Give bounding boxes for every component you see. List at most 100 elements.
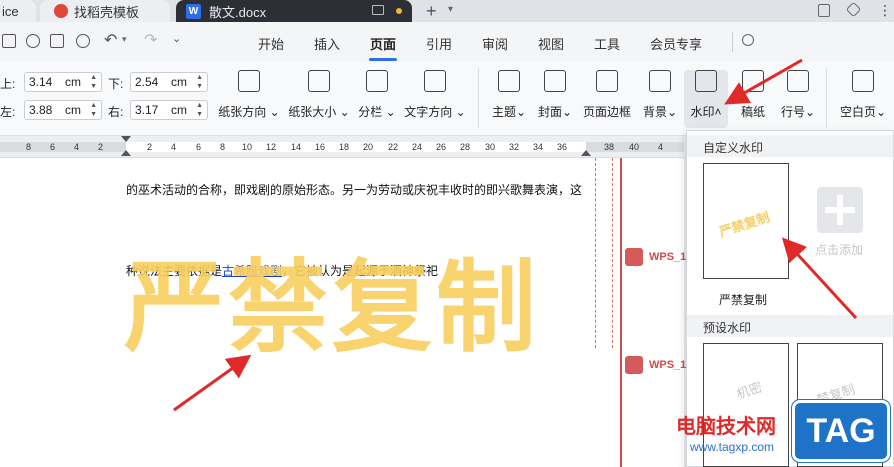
add-watermark-icon[interactable]: [817, 187, 863, 233]
comment-item[interactable]: WPS_1: [625, 248, 686, 266]
custom-watermark-card[interactable]: 严禁复制: [703, 163, 789, 279]
spinner-icon[interactable]: ▲ ▼: [196, 73, 203, 91]
device-icon[interactable]: [818, 4, 830, 17]
tab-start[interactable]: 开始: [258, 34, 284, 53]
cube-icon[interactable]: [845, 1, 862, 18]
watermark-button[interactable]: 水印˄: [684, 70, 728, 128]
margin-right-unit: cm: [171, 103, 187, 117]
ruler-tick: 4: [658, 142, 664, 152]
tab-document-label: 散文.docx: [209, 4, 267, 20]
tab-document[interactable]: W 散文.docx: [176, 0, 412, 22]
word-doc-icon: W: [186, 3, 201, 19]
paper-orientation-icon: [238, 70, 260, 92]
print-icon[interactable]: [50, 34, 64, 48]
columns-label: 分栏: [358, 105, 383, 119]
watermark-icon: [695, 70, 717, 92]
preset-watermark-text: 机密: [734, 379, 765, 402]
text-direction-label: 文字方向: [404, 105, 453, 119]
tab-previous[interactable]: ice: [0, 0, 36, 22]
manuscript-icon: [742, 70, 764, 92]
paper-orientation-label: 纸张方向: [218, 105, 267, 119]
margin-bottom-field[interactable]: 2.54 cm ▲ ▼: [130, 72, 208, 92]
overflow-icon[interactable]: ⋮: [878, 2, 892, 19]
margin-left-field[interactable]: 3.88 cm ▲ ▼: [24, 100, 102, 120]
line-number-button[interactable]: 行号⌄: [778, 70, 818, 120]
tab-page[interactable]: 页面: [370, 34, 396, 53]
ruler-tick: 38: [604, 142, 615, 152]
right-indent-marker[interactable]: [581, 150, 591, 156]
ruler-tick: 2: [98, 142, 104, 152]
ruler-tick: 24: [412, 142, 423, 152]
line-number-icon: [787, 70, 809, 92]
tag-logo: TAG: [792, 400, 890, 462]
ruler-tick: 12: [266, 142, 277, 152]
page-border-button[interactable]: 页面边框: [582, 70, 632, 120]
paper-size-button[interactable]: 纸张大小 ⌄: [288, 70, 350, 120]
hanging-indent-marker[interactable]: [121, 150, 131, 156]
ruler-tick: 6: [196, 142, 202, 152]
paragraph-line-1[interactable]: 的巫术活动的合称，即戏剧的原始形态。另一为劳动或庆祝丰收时的即兴歌舞表演，这: [126, 181, 582, 198]
more-chevron-icon[interactable]: ⌄: [172, 32, 181, 45]
spinner-icon[interactable]: ▲ ▼: [196, 101, 203, 119]
redo-icon[interactable]: ↷: [144, 30, 157, 50]
tab-daoke-label: 找稻壳模板: [74, 4, 140, 20]
blank-page-button[interactable]: 空白页⌄: [838, 70, 888, 120]
paper-orientation-button[interactable]: 纸张方向 ⌄: [218, 70, 280, 120]
undo-chevron-icon[interactable]: ▾: [122, 34, 127, 45]
user-avatar-icon: [625, 248, 643, 266]
ruler-tick: 16: [315, 142, 326, 152]
ribbon-divider: [826, 68, 827, 128]
comment-connector: [595, 158, 596, 348]
ruler-tick: 4: [171, 142, 177, 152]
background-button[interactable]: 背景⌄: [640, 70, 680, 120]
ruler-tick: 34: [533, 142, 544, 152]
spinner-icon[interactable]: ▲ ▼: [90, 101, 97, 119]
tab-reference[interactable]: 引用: [426, 34, 452, 53]
page-border-label: 页面边框: [582, 105, 631, 119]
ruler-tick: 14: [291, 142, 302, 152]
tab-insert[interactable]: 插入: [314, 34, 340, 53]
horizontal-ruler[interactable]: 8 6 4 2 2 4 6 8 10 12 14 16 18 20 22 24 …: [0, 136, 684, 158]
text-direction-button[interactable]: 文字方向 ⌄: [404, 70, 466, 120]
blank-page-icon: [852, 70, 874, 92]
comment-item[interactable]: WPS_1: [625, 356, 686, 374]
margin-top-field[interactable]: 3.14 cm ▲ ▼: [24, 72, 102, 92]
background-label: 背景: [642, 105, 667, 119]
watermark-label: 水印: [690, 105, 715, 119]
margin-right-field[interactable]: 3.17 cm ▲ ▼: [130, 100, 208, 120]
tab-list-chevron-icon[interactable]: ▾: [448, 4, 453, 15]
menu-divider: [732, 32, 733, 52]
search-icon[interactable]: [742, 34, 754, 46]
new-tab-plus-icon[interactable]: +: [426, 1, 437, 22]
spinner-icon[interactable]: ▲ ▼: [90, 73, 97, 91]
comment-margin-line: [620, 158, 622, 467]
tab-member[interactable]: 会员专享: [650, 34, 702, 53]
monitor-icon[interactable]: [372, 5, 384, 15]
ruler-tick: 32: [509, 142, 520, 152]
save-icon[interactable]: [2, 34, 16, 48]
ruler-tick: 22: [388, 142, 399, 152]
tab-view[interactable]: 视图: [538, 34, 564, 53]
ruler-tick: 26: [436, 142, 447, 152]
add-watermark-label[interactable]: 点击添加: [815, 241, 863, 258]
tab-daoke-templates[interactable]: 找稻壳模板: [40, 0, 170, 22]
print-preview-icon[interactable]: [76, 34, 90, 48]
margin-left-label: 左:: [0, 105, 16, 119]
ruler-tick: 30: [485, 142, 496, 152]
first-indent-marker[interactable]: [121, 136, 131, 142]
menu-bar: ↶ ▾ ↷ ⌄ 开始 插入 页面 引用 审阅 视图 工具 会员专享: [0, 22, 894, 62]
margin-top-label: 上:: [0, 77, 16, 91]
tab-review[interactable]: 审阅: [482, 34, 508, 53]
theme-button[interactable]: 主题⌄: [488, 70, 530, 120]
format-painter-icon[interactable]: [26, 34, 40, 48]
comment-author: WPS_1: [649, 359, 687, 371]
ruler-tick: 10: [242, 142, 253, 152]
undo-icon[interactable]: ↶: [104, 30, 117, 50]
columns-button[interactable]: 分栏 ⌄: [356, 70, 398, 120]
tab-tools[interactable]: 工具: [594, 34, 620, 53]
cover-icon: [544, 70, 566, 92]
manuscript-button[interactable]: 稿纸: [736, 70, 770, 120]
comment-author: WPS_1: [649, 251, 687, 263]
cover-button[interactable]: 封面⌄: [534, 70, 576, 120]
tab-previous-label: ice: [2, 3, 19, 19]
